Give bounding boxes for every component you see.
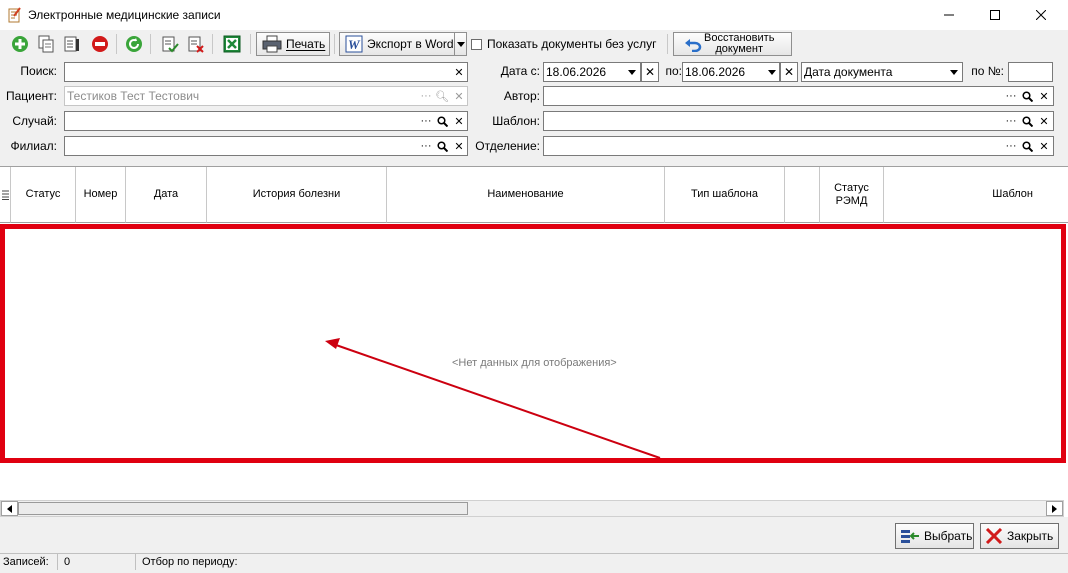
select-button[interactable]: Выбрать	[895, 523, 974, 549]
bottom-panel: Выбрать Закрыть	[0, 517, 1068, 553]
close-button[interactable]: Закрыть	[980, 523, 1059, 549]
select-icon	[900, 528, 920, 544]
close-icon	[985, 528, 1003, 544]
annotation-arrow	[325, 338, 661, 459]
status-divider	[135, 554, 136, 570]
status-divider	[57, 554, 58, 570]
scroll-right-icon[interactable]	[1046, 501, 1063, 516]
scroll-left-icon[interactable]	[1, 501, 18, 516]
status-bar: Записей: 0 Отбор по периоду:	[0, 553, 1068, 573]
records-count: 0	[64, 556, 71, 568]
records-label: Записей:	[3, 556, 49, 568]
scroll-thumb[interactable]	[18, 502, 468, 515]
horizontal-scrollbar[interactable]	[0, 500, 1064, 517]
close-button-label: Закрыть	[1007, 529, 1054, 543]
select-button-label: Выбрать	[924, 529, 973, 543]
period-label: Отбор по периоду:	[142, 556, 238, 568]
